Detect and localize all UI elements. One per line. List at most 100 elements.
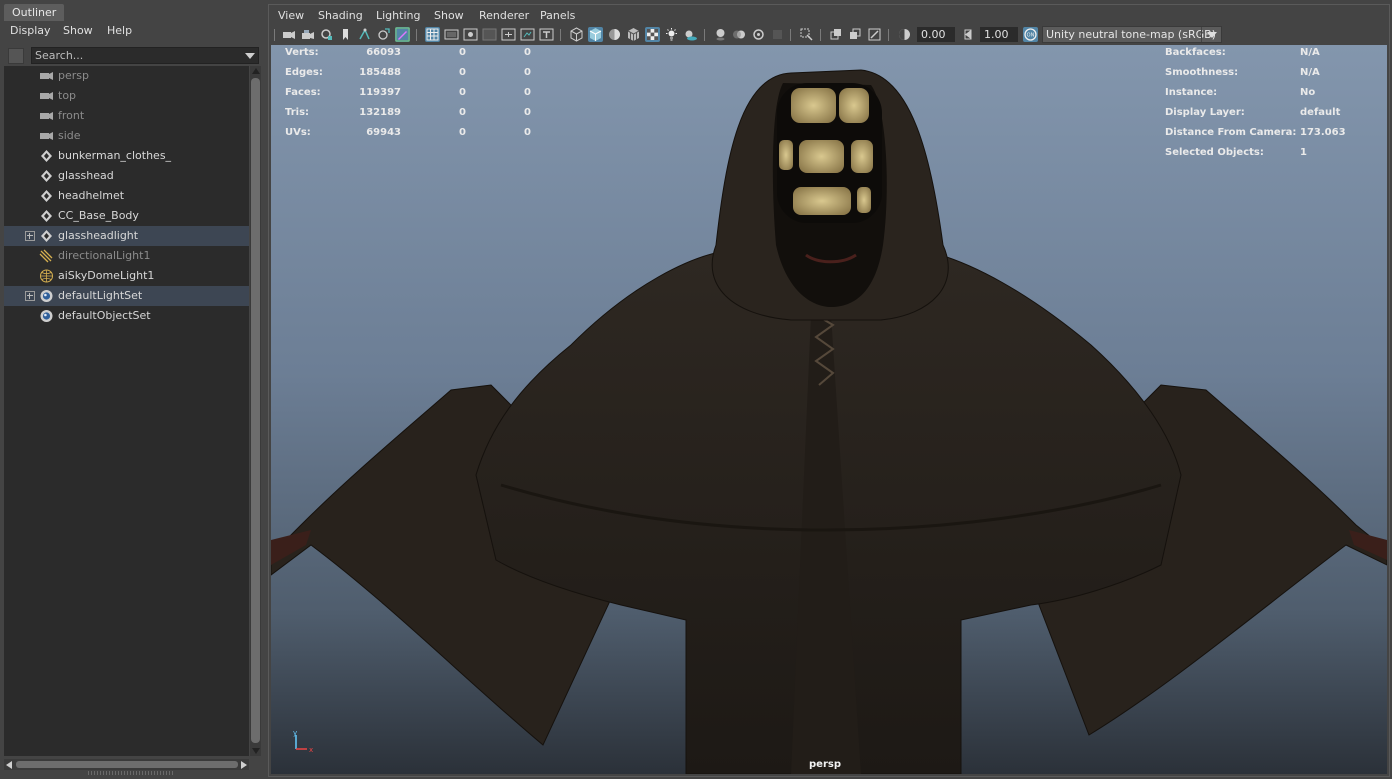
menu-show[interactable]: Show [63, 24, 93, 37]
camera-attributes-icon[interactable] [300, 27, 315, 42]
anti-aliasing-icon[interactable] [751, 27, 766, 42]
menu-shading[interactable]: Shading [318, 9, 363, 22]
skydome-light-icon [39, 269, 54, 283]
film-gate-icon[interactable] [444, 27, 459, 42]
scrollbar-thumb[interactable] [16, 761, 238, 768]
resolution-gate-icon[interactable] [463, 27, 478, 42]
outliner-row-directionallight1[interactable]: directionalLight1 [4, 246, 249, 266]
gamma-field[interactable]: 1.00 [980, 27, 1018, 42]
hud-stat-label: Edges: [285, 67, 323, 78]
camera-name-label: persp [809, 759, 841, 770]
hud-info-label: Selected Objects: [1165, 147, 1264, 158]
chevron-down-icon[interactable] [1201, 27, 1221, 42]
menu-view[interactable]: View [278, 9, 304, 22]
xray-joints-icon[interactable] [848, 27, 863, 42]
menu-panels[interactable]: Panels [540, 9, 575, 22]
outliner-item-label: directionalLight1 [58, 249, 151, 262]
outliner-row-defaultobjectset[interactable]: defaultObjectSet [4, 306, 249, 326]
hud-stat-selected: 0 [459, 107, 466, 118]
3d-viewport[interactable]: Verts: 66093 0 0 Edges: 185488 0 0 Faces: 119397 0… [271, 45, 1387, 774]
scroll-up-arrow-icon[interactable] [252, 68, 260, 74]
pencil-draw-icon[interactable] [395, 27, 410, 42]
axis-x-label: x [309, 746, 313, 754]
outliner-row-bunkerman-clothes[interactable]: bunkerman_clothes_ [4, 146, 249, 166]
outliner-row-top[interactable]: top [4, 86, 249, 106]
outliner-row-glasshead[interactable]: glasshead [4, 166, 249, 186]
menu-renderer[interactable]: Renderer [479, 9, 529, 22]
chevron-down-icon[interactable] [245, 53, 255, 59]
outliner-horizontal-scrollbar[interactable] [4, 759, 249, 770]
search-input[interactable] [35, 49, 235, 62]
scroll-right-arrow-icon[interactable] [241, 761, 247, 769]
outliner-search-field[interactable] [31, 47, 259, 64]
outliner-item-label: headhelmet [58, 189, 125, 202]
menu-show[interactable]: Show [434, 9, 464, 22]
hud-stat-selected: 0 [459, 87, 466, 98]
view-transform-dropdown[interactable]: Unity neutral tone-map (sRGB) [1042, 26, 1222, 43]
outliner-item-label: front [58, 109, 85, 122]
depth-of-field-icon[interactable] [770, 27, 785, 42]
exposure-field[interactable]: 0.00 [917, 27, 955, 42]
outliner-item-label: top [58, 89, 77, 102]
outliner-vertical-scrollbar[interactable] [250, 66, 261, 756]
menu-lighting[interactable]: Lighting [376, 9, 420, 22]
menu-display[interactable]: Display [10, 24, 51, 37]
toolbar-separator [274, 29, 275, 41]
outliner-row-defaultlightset[interactable]: defaultLightSet [4, 286, 249, 306]
image-plane-icon[interactable] [338, 27, 353, 42]
mesh-icon [39, 189, 54, 203]
hud-info-value: 1 [1300, 147, 1307, 158]
outliner-row-persp[interactable]: persp [4, 66, 249, 86]
axis-y-label: y [293, 731, 297, 737]
outliner-filter-icon[interactable] [8, 48, 24, 64]
scrollbar-thumb[interactable] [251, 78, 260, 743]
gate-mask-icon[interactable] [482, 27, 497, 42]
wireframe-on-shaded-icon[interactable] [626, 27, 641, 42]
textured-icon[interactable] [645, 27, 660, 42]
outliner-row-glassheadlight[interactable]: glassheadlight [4, 226, 249, 246]
grid-icon[interactable] [425, 27, 440, 42]
exposure-icon[interactable] [897, 27, 912, 42]
screen-space-ao-icon[interactable] [713, 27, 728, 42]
smooth-shade-icon[interactable] [588, 27, 603, 42]
outliner-item-label: aiSkyDomeLight1 [58, 269, 155, 282]
hud-stat-components: 0 [524, 127, 531, 138]
bookmarks-icon[interactable] [319, 27, 334, 42]
outliner-row-side[interactable]: side [4, 126, 249, 146]
use-all-lights-icon[interactable] [664, 27, 679, 42]
motion-blur-icon[interactable] [732, 27, 747, 42]
panel-resize-grip[interactable] [88, 771, 174, 775]
wireframe-icon[interactable] [569, 27, 584, 42]
color-management-icon[interactable]: ON [1023, 27, 1038, 42]
toolbar-separator [790, 29, 791, 41]
outliner-row-front[interactable]: front [4, 106, 249, 126]
outliner-row-aiskydomelight1[interactable]: aiSkyDomeLight1 [4, 266, 249, 286]
menu-help[interactable]: Help [107, 24, 132, 37]
select-camera-icon[interactable] [281, 27, 296, 42]
field-chart-icon[interactable] [501, 27, 516, 42]
2d-pan-zoom-icon[interactable] [357, 27, 372, 42]
outliner-row-cc-base-body[interactable]: CC_Base_Body [4, 206, 249, 226]
outliner-row-headhelmet[interactable]: headhelmet [4, 186, 249, 206]
safe-title-icon[interactable] [539, 27, 554, 42]
backface-culling-icon[interactable] [867, 27, 882, 42]
outliner-tab[interactable]: Outliner [4, 4, 65, 21]
gamma-icon[interactable] [961, 27, 976, 42]
camera-icon [39, 69, 54, 83]
toolbar-separator [560, 29, 561, 41]
directional-light-icon [39, 249, 54, 263]
hud-stat-label: UVs: [285, 127, 311, 138]
hud-stat-components: 0 [524, 107, 531, 118]
default-material-icon[interactable] [607, 27, 622, 42]
safe-action-icon[interactable] [520, 27, 535, 42]
svg-text:ON: ON [1027, 33, 1035, 39]
shadows-icon[interactable] [683, 27, 698, 42]
hud-info-label: Backfaces: [1165, 47, 1226, 58]
expand-plus-icon[interactable] [25, 231, 35, 241]
scroll-left-arrow-icon[interactable] [6, 761, 12, 769]
isolate-select-icon[interactable] [799, 27, 814, 42]
grease-pencil-icon[interactable] [376, 27, 391, 42]
scroll-down-arrow-icon[interactable] [252, 748, 260, 754]
expand-plus-icon[interactable] [25, 291, 35, 301]
xray-icon[interactable] [829, 27, 844, 42]
